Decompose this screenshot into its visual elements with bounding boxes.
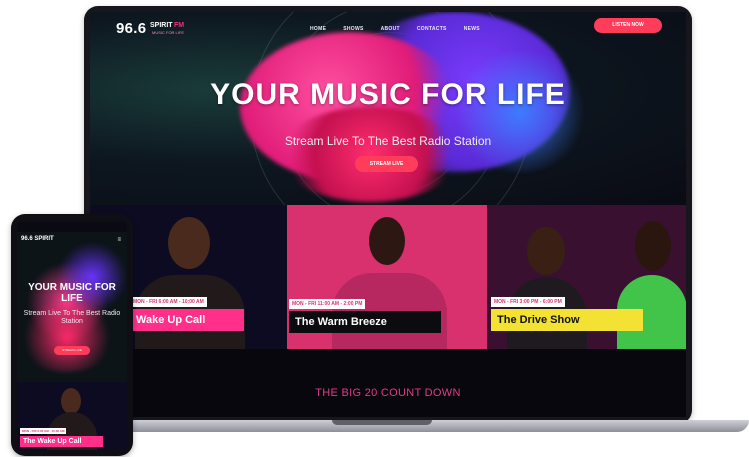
phone-hero-subtitle: Stream Live To The Best Radio Station <box>23 310 121 325</box>
nav-item-home[interactable]: HOME <box>310 26 326 32</box>
phone-logo[interactable]: 96.6 SPIRIT <box>21 236 54 242</box>
show-card-warm-breeze[interactable]: MON - FRI 11:00 AM - 2:00 PM The Warm Br… <box>287 205 487 349</box>
phone-stream-live-button[interactable]: STREAM LIVE <box>54 346 90 355</box>
host-photo-head <box>61 388 81 414</box>
hero-subtitle: Stream Live To The Best Radio Station <box>284 134 492 148</box>
host-photo-head <box>168 217 210 269</box>
hero-smoke-red <box>280 107 460 202</box>
show-time: MON - FRI 6:00 AM - 10:00 AM <box>130 297 207 307</box>
show-title: Wake Up Call <box>130 309 244 331</box>
listen-now-button[interactable]: LISTEN NOW <box>594 18 662 33</box>
hero-title: YOUR MUSIC FOR LIFE <box>210 78 566 111</box>
host-photo-head <box>369 217 405 265</box>
logo-brand: SPIRIT <box>150 22 173 29</box>
hamburger-icon[interactable]: ≡ <box>117 237 121 243</box>
phone-show-card[interactable]: MON - FRI 6:00 AM - 10:00 AM The Wake Up… <box>17 382 127 450</box>
laptop-screen: 96.6 SPIRIT FM MUSIC FOR LIFE HOME SHOWS… <box>90 12 686 417</box>
countdown-section: THE BIG 20 COUNT DOWN <box>90 349 686 417</box>
hero-smoke-blue <box>450 52 590 172</box>
logo-number: 96.6 <box>116 20 147 37</box>
phone-hero-title: YOUR MUSIC FOR LIFE <box>28 282 116 304</box>
show-time: MON - FRI 11:00 AM - 2:00 PM <box>289 299 366 309</box>
logo-mark[interactable]: SPIRIT FM MUSIC FOR LIFE <box>150 22 196 36</box>
host-photo-head <box>635 221 671 271</box>
nav-item-about[interactable]: ABOUT <box>381 26 400 32</box>
show-time: MON - FRI 3:00 PM - 6:00 PM <box>491 297 565 307</box>
hero-section: 96.6 SPIRIT FM MUSIC FOR LIFE HOME SHOWS… <box>90 12 686 205</box>
logo-fm: FM <box>174 22 185 29</box>
site-logo[interactable]: 96.6 <box>116 20 146 37</box>
stream-live-button[interactable]: STREAM LIVE <box>355 156 418 172</box>
show-title: The Warm Breeze <box>289 311 441 333</box>
show-card-drive-show[interactable]: MON - FRI 3:00 PM - 6:00 PM The Drive Sh… <box>487 205 686 349</box>
phone-show-title: The Wake Up Call <box>20 436 103 447</box>
logo-tagline: MUSIC FOR LIFE <box>152 30 185 35</box>
top-nav: 96.6 SPIRIT FM MUSIC FOR LIFE HOME SHOWS… <box>90 12 686 42</box>
nav-links: HOME SHOWS ABOUT CONTACTS NEWS <box>310 26 480 32</box>
countdown-title: THE BIG 20 COUNT DOWN <box>315 387 461 399</box>
laptop-notch <box>332 420 432 425</box>
shows-row: MON - FRI 6:00 AM - 10:00 AM Wake Up Cal… <box>90 205 686 349</box>
nav-item-contacts[interactable]: CONTACTS <box>417 26 447 32</box>
nav-item-news[interactable]: NEWS <box>464 26 480 32</box>
host-photo-head <box>527 227 565 275</box>
phone-show-time: MON - FRI 6:00 AM - 10:00 AM <box>20 428 67 434</box>
nav-item-shows[interactable]: SHOWS <box>343 26 363 32</box>
show-title: The Drive Show <box>491 309 643 331</box>
phone-screen: 96.6 SPIRIT ≡ YOUR MUSIC FOR LIFE Stream… <box>17 222 127 450</box>
phone-hero: 96.6 SPIRIT ≡ YOUR MUSIC FOR LIFE Stream… <box>17 232 127 382</box>
